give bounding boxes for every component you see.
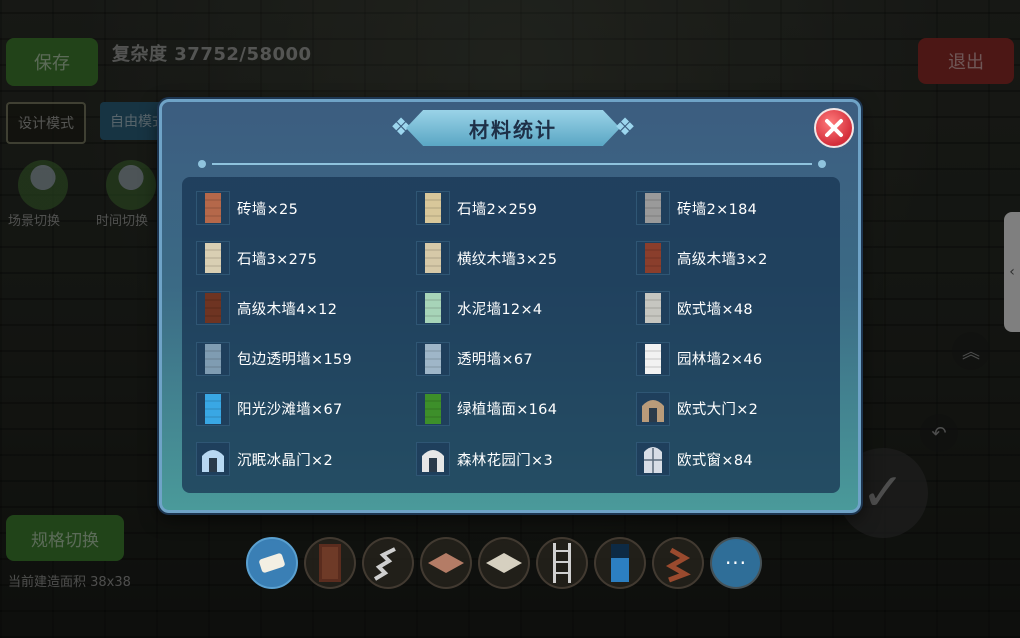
modal-title: 材料统计: [469, 117, 557, 142]
material-item: 高级木墙3×2: [636, 233, 836, 283]
material-label: 包边透明墙×159: [237, 352, 353, 369]
european-gate-icon: [636, 391, 670, 426]
material-label: 园林墙2×46: [677, 352, 763, 369]
material-label: 欧式大门×2: [677, 402, 759, 419]
material-item: 包边透明墙×159: [196, 334, 416, 384]
plant-wall-icon: [416, 391, 450, 426]
garden-wall-icon: [636, 341, 670, 376]
wood-wall-icon: [636, 241, 670, 276]
ladder-tool-icon[interactable]: [536, 537, 588, 589]
material-item: 沉眠冰晶门×2: [196, 434, 416, 484]
material-label: 水泥墙12×4: [457, 301, 543, 318]
grey-brick-wall-icon: [636, 191, 670, 226]
material-label: 高级木墙4×12: [237, 301, 338, 318]
wood-wall-icon: [196, 291, 230, 326]
title-banner: 材料统计: [406, 110, 620, 146]
material-label: 阳光沙滩墙×67: [237, 402, 343, 419]
material-grid: 砖墙×25 石墙2×259 砖墙2×184 石墙3×275 横纹木墙3×25 高级木墙3×…: [196, 183, 836, 484]
build-toolbar: ···: [246, 537, 762, 591]
forest-garden-door-icon: [416, 442, 450, 477]
material-item: 欧式窗×84: [636, 434, 836, 484]
glass-wall-icon: [196, 341, 230, 376]
title-ornament-right-icon: ❖: [614, 113, 636, 141]
material-item: 砖墙2×184: [636, 183, 836, 233]
glass-pane-tool-icon[interactable]: [594, 537, 646, 589]
stone-wall-icon: [196, 241, 230, 276]
material-label: 石墙2×259: [457, 201, 538, 218]
material-label: 砖墙×25: [237, 201, 299, 218]
title-divider: [188, 160, 836, 168]
material-label: 森林花园门×3: [457, 452, 553, 469]
european-wall-icon: [636, 291, 670, 326]
close-icon: [825, 119, 843, 137]
wood-door-tool-icon[interactable]: [304, 537, 356, 589]
material-label: 欧式墙×48: [677, 301, 753, 318]
close-button[interactable]: [814, 108, 854, 148]
floor-tile-tool-icon[interactable]: [420, 537, 472, 589]
stone-wall-icon: [416, 191, 450, 226]
material-label: 横纹木墙3×25: [457, 251, 558, 268]
spiral-stair-wood-tool-icon[interactable]: [652, 537, 704, 589]
material-item: 欧式墙×48: [636, 283, 836, 333]
material-item: 欧式大门×2: [636, 384, 836, 434]
ice-crystal-door-icon: [196, 442, 230, 477]
material-stats-modal: ❖ 材料统计 ❖ 砖墙×25 石墙2×259 砖墙2×184 石墙3×275 横纹木墙3…: [159, 99, 861, 513]
material-label: 欧式窗×84: [677, 452, 753, 469]
material-list-panel: 砖墙×25 石墙2×259 砖墙2×184 石墙3×275 横纹木墙3×25 高级木墙3×…: [182, 177, 840, 493]
material-label: 石墙3×275: [237, 251, 318, 268]
material-label: 高级木墙3×2: [677, 251, 768, 268]
material-item: 绿植墙面×164: [416, 384, 636, 434]
cement-wall-icon: [416, 291, 450, 326]
material-item: 阳光沙滩墙×67: [196, 384, 416, 434]
material-label: 沉眠冰晶门×2: [237, 452, 333, 469]
more-options-button[interactable]: ···: [710, 537, 762, 589]
brick-wall-icon: [196, 191, 230, 226]
european-window-icon: [636, 442, 670, 477]
spiral-stair-tool-icon[interactable]: [362, 537, 414, 589]
material-item: 透明墙×67: [416, 334, 636, 384]
glass-wall-icon: [416, 341, 450, 376]
material-item: 石墙3×275: [196, 233, 416, 283]
material-item: 高级木墙4×12: [196, 283, 416, 333]
beach-wall-icon: [196, 391, 230, 426]
eraser-icon[interactable]: [246, 537, 298, 589]
material-item: 园林墙2×46: [636, 334, 836, 384]
stone-floor-tool-icon[interactable]: [478, 537, 530, 589]
material-label: 绿植墙面×164: [457, 402, 558, 419]
material-item: 石墙2×259: [416, 183, 636, 233]
material-item: 水泥墙12×4: [416, 283, 636, 333]
material-label: 砖墙2×184: [677, 201, 758, 218]
wood-wall-icon: [416, 241, 450, 276]
material-item: 砖墙×25: [196, 183, 416, 233]
material-item: 横纹木墙3×25: [416, 233, 636, 283]
material-item: 森林花园门×3: [416, 434, 636, 484]
material-label: 透明墙×67: [457, 352, 533, 369]
